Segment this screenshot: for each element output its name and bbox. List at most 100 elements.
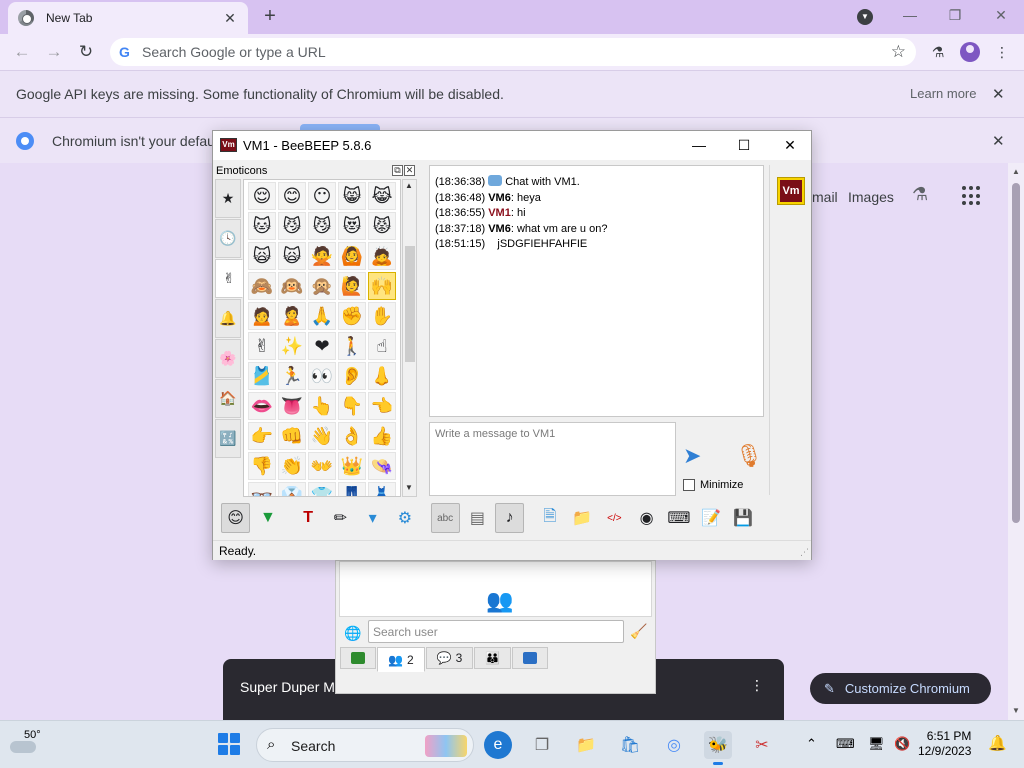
emoticon-button[interactable]: 🙌	[368, 272, 396, 300]
save-chat-icon[interactable]: 💾	[729, 503, 758, 533]
emoticon-category-tab[interactable]: 🕓	[215, 219, 241, 258]
beebeep-taskbar-icon[interactable]: 🐝	[704, 731, 732, 765]
collapse-icon[interactable]: ▼	[253, 503, 282, 533]
microsoft-store-icon[interactable]: 🛍	[616, 731, 644, 759]
edge-beta-icon[interactable]: e	[484, 731, 512, 759]
emoticon-scrollbar[interactable]: ▲ ▼	[402, 179, 417, 497]
close-window-icon[interactable]: ✕	[989, 4, 1013, 26]
new-tab-button[interactable]: +	[258, 5, 282, 29]
sound-notification-icon[interactable]: ♪	[495, 503, 525, 533]
emoticon-button[interactable]: ✊	[338, 302, 366, 330]
emoticon-button[interactable]: 👗	[368, 482, 396, 496]
profile-avatar-icon[interactable]	[960, 42, 980, 62]
emoticon-button[interactable]: 👉	[248, 422, 276, 450]
contact-avatar[interactable]: Vm	[777, 177, 805, 205]
emoticon-button[interactable]: 👕	[308, 482, 336, 496]
code-snippet-icon[interactable]: </>	[600, 503, 629, 533]
chat-titlebar[interactable]: Vm VM1 - BeeBEEP 5.8.6 — ☐ ✕	[213, 131, 811, 160]
emoticon-button[interactable]: 🙋	[338, 272, 366, 300]
minimize-checkbox-box[interactable]	[683, 479, 695, 491]
emoticon-button[interactable]: 😼	[308, 212, 336, 240]
customize-chromium-button[interactable]: ✎ Customize Chromium	[810, 673, 991, 704]
emoticon-category-tab[interactable]: 🔣	[215, 419, 241, 458]
emoticon-button[interactable]: 👇	[338, 392, 366, 420]
emoticon-button[interactable]: 🙉	[278, 272, 306, 300]
chat-close-icon[interactable]: ✕	[776, 135, 804, 155]
edit-note-icon[interactable]: 📝	[697, 503, 726, 533]
keyboard-icon[interactable]: ⌨	[664, 503, 693, 533]
emoticon-button[interactable]: 👐	[308, 452, 336, 480]
notifications-bell-icon[interactable]: 🔔	[988, 734, 1007, 752]
tab-network[interactable]	[340, 647, 376, 669]
file-explorer-icon[interactable]: 📁	[572, 731, 600, 759]
keyboard-layout-icon[interactable]: ⌨	[836, 736, 855, 752]
emoticon-category-tab[interactable]: 🌸	[215, 339, 241, 378]
resize-grip-icon[interactable]: ⋰	[800, 547, 809, 558]
volume-muted-icon[interactable]: 🔇	[894, 736, 910, 752]
show-hidden-icons-icon[interactable]: ⌃	[806, 736, 817, 752]
bookmark-star-icon[interactable]: ☆	[891, 42, 906, 62]
message-input[interactable]: Write a message to VM1	[429, 422, 676, 496]
emoticon-button[interactable]: 👃	[368, 362, 396, 390]
emoticon-button[interactable]: 👎	[248, 452, 276, 480]
emoticon-button[interactable]: 😼	[278, 212, 306, 240]
emoticon-button[interactable]: 👍	[368, 422, 396, 450]
emoticon-button[interactable]: 👆	[308, 392, 336, 420]
taskbar-clock[interactable]: 6:51 PM 12/9/2023	[918, 729, 971, 759]
emoticon-category-tab[interactable]: ★	[215, 179, 241, 218]
send-folder-icon[interactable]: 📁	[568, 503, 597, 533]
filter-icon[interactable]: ▾	[358, 503, 387, 533]
emoticon-button[interactable]: 😸	[338, 182, 366, 210]
card-menu-icon[interactable]: ⋮	[750, 677, 764, 694]
emoticon-button[interactable]: ✌	[248, 332, 276, 360]
emoticon-button[interactable]: 👔	[278, 482, 306, 496]
emoticon-button[interactable]: 👖	[338, 482, 366, 496]
menu-kebab-icon[interactable]: ⋮	[992, 42, 1012, 62]
emoticon-button[interactable]: 😊	[278, 182, 306, 210]
emoticon-button[interactable]: 😶	[308, 182, 336, 210]
emoticon-button[interactable]: 🎽	[248, 362, 276, 390]
gmail-link[interactable]: mail	[812, 189, 838, 205]
emoticon-button[interactable]: 🙊	[308, 272, 336, 300]
emoticon-button[interactable]: 🐱	[248, 212, 276, 240]
emoticon-button[interactable]: ❤	[308, 332, 336, 360]
send-message-icon[interactable]: ➤	[683, 443, 701, 469]
back-icon[interactable]: ←	[10, 40, 34, 64]
emoticon-button[interactable]: 🏃	[278, 362, 306, 390]
tab-share[interactable]	[512, 647, 549, 669]
emoticon-button[interactable]: 😹	[368, 182, 396, 210]
emoticon-button[interactable]: 👊	[278, 422, 306, 450]
emoticon-button[interactable]: 🙎	[278, 302, 306, 330]
emoticon-button[interactable]: 👓	[248, 482, 276, 496]
chromium-taskbar-icon[interactable]: ◎	[660, 731, 688, 759]
float-panel-icon[interactable]: ⧉	[392, 165, 403, 176]
learn-more-link[interactable]: Learn more	[910, 86, 976, 101]
send-file-icon[interactable]: 🗎	[535, 503, 564, 533]
emoticons-toggle-icon[interactable]: 😊	[221, 503, 251, 533]
emoticon-button[interactable]: 👄	[248, 392, 276, 420]
close-infobar-icon[interactable]: ✕	[992, 85, 1005, 103]
emoticon-button[interactable]: 🙀	[278, 242, 306, 270]
voice-message-icon[interactable]: 🎙	[735, 443, 763, 469]
snipping-tool-icon[interactable]: ✂	[748, 731, 776, 759]
tab-chats[interactable]: 💬 3	[425, 647, 474, 669]
weather-widget[interactable]: 50°	[8, 729, 42, 761]
emoticon-button[interactable]: 🙍	[248, 302, 276, 330]
start-windows-icon[interactable]	[218, 733, 240, 755]
emoticon-button[interactable]: 👋	[308, 422, 336, 450]
search-user-input[interactable]: Search user	[368, 620, 624, 643]
reload-icon[interactable]: ↻	[74, 40, 98, 64]
spellcheck-icon[interactable]: abc	[430, 503, 460, 533]
emoticon-button[interactable]: 👅	[278, 392, 306, 420]
emoticon-category-tab[interactable]: ✌	[215, 259, 243, 298]
emoticon-button[interactable]: 😾	[368, 212, 396, 240]
screenshot-icon[interactable]: ◉	[632, 503, 661, 533]
clear-search-icon[interactable]: 🧹	[630, 623, 647, 640]
tab-search-icon[interactable]: ▼	[857, 9, 873, 25]
chat-maximize-icon[interactable]: ☐	[730, 135, 758, 155]
apps-grid-icon[interactable]	[962, 186, 982, 206]
close-panel-icon[interactable]: ✕	[404, 165, 415, 176]
emoticon-button[interactable]: 👒	[368, 452, 396, 480]
emoticon-button[interactable]: 🙏	[308, 302, 336, 330]
emoticon-button[interactable]: 🙀	[248, 242, 276, 270]
